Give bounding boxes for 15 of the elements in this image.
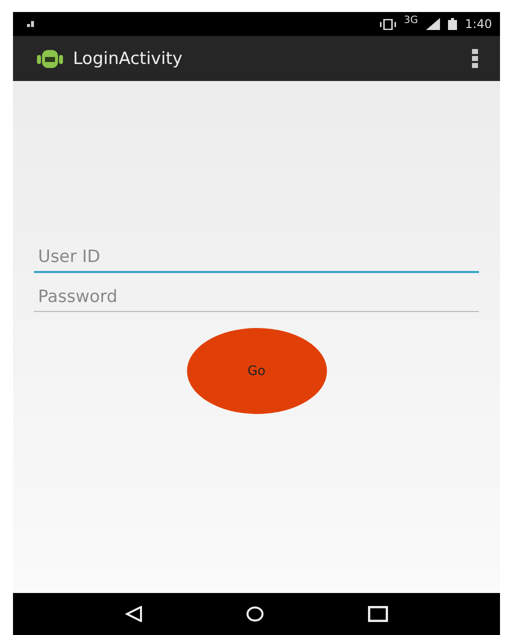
input-field[interactable]: Password xyxy=(34,281,479,312)
vibrate-icon xyxy=(380,18,396,30)
signal-icon xyxy=(426,18,440,30)
clock: 1:40 xyxy=(465,17,492,31)
go-button[interactable]: Go xyxy=(186,328,326,414)
recents-icon[interactable] xyxy=(368,606,388,622)
home-icon[interactable] xyxy=(246,606,264,622)
back-icon[interactable] xyxy=(124,606,143,622)
app-title: LoginActivity xyxy=(73,48,182,68)
robot-icon xyxy=(37,48,63,70)
notification-icon xyxy=(27,21,37,27)
overflow-menu-icon[interactable] xyxy=(472,48,478,68)
battery-icon xyxy=(448,18,458,30)
input-field[interactable]: User ID xyxy=(34,241,479,273)
network-label: 3G xyxy=(404,15,418,26)
